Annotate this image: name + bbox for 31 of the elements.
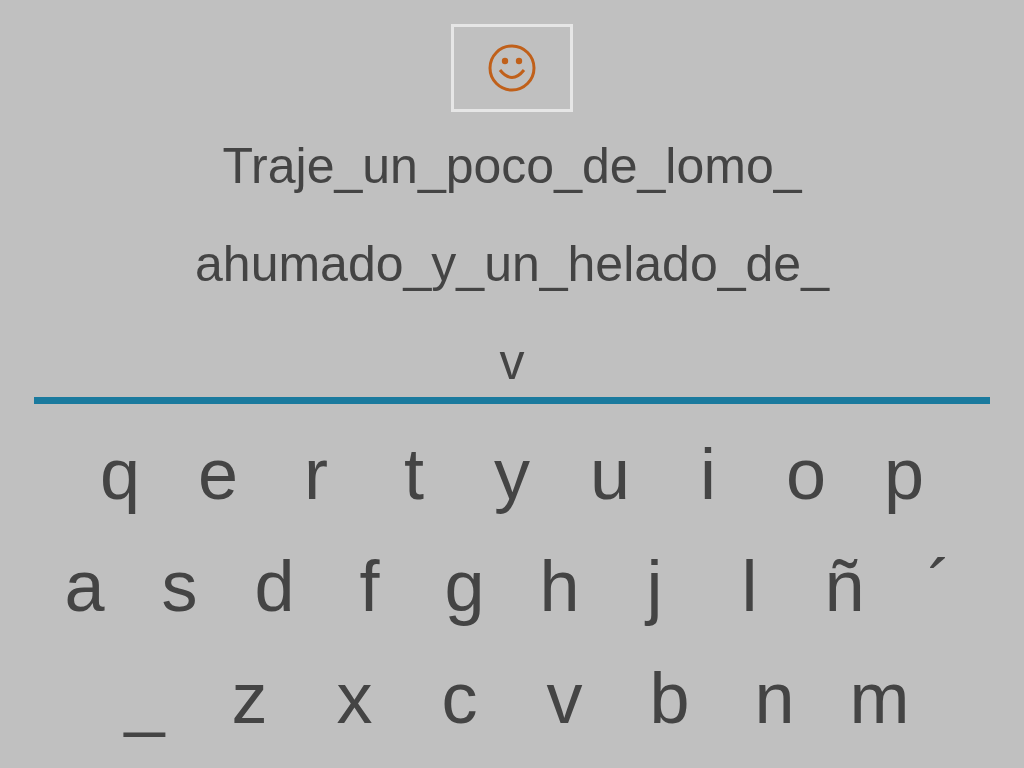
letter-key[interactable]: ´ xyxy=(892,541,987,631)
letter-key[interactable]: n xyxy=(722,653,827,743)
letter-key[interactable]: o xyxy=(757,429,855,519)
smiley-face-icon xyxy=(487,43,537,93)
sentence-line: v xyxy=(499,333,525,392)
letter-key[interactable]: b xyxy=(617,653,722,743)
letter-key[interactable]: q xyxy=(71,429,169,519)
letter-key[interactable]: u xyxy=(561,429,659,519)
letter-key[interactable]: x xyxy=(302,653,407,743)
letter-key[interactable]: v xyxy=(512,653,617,743)
letter-key[interactable]: r xyxy=(267,429,365,519)
letter-key[interactable]: h xyxy=(512,541,607,631)
letter-key[interactable]: l xyxy=(702,541,797,631)
letter-key[interactable]: j xyxy=(607,541,702,631)
letter-key[interactable]: m xyxy=(827,653,932,743)
letter-key[interactable]: i xyxy=(659,429,757,519)
letter-key[interactable]: y xyxy=(463,429,561,519)
letter-key[interactable]: z xyxy=(197,653,302,743)
letter-key[interactable]: p xyxy=(855,429,953,519)
letter-key[interactable]: g xyxy=(417,541,512,631)
letter-key[interactable]: t xyxy=(365,429,463,519)
letter-key[interactable]: f xyxy=(322,541,417,631)
sentence-line: Traje_un_poco_de_lomo_ xyxy=(222,137,802,196)
letter-key[interactable]: c xyxy=(407,653,512,743)
letter-key[interactable]: d xyxy=(227,541,322,631)
sentence-line: ahumado_y_un_helado_de_ xyxy=(195,235,829,294)
letter-key[interactable]: ñ xyxy=(797,541,892,631)
letter-key[interactable]: s xyxy=(132,541,227,631)
letter-key[interactable]: a xyxy=(37,541,132,631)
letter-key[interactable]: e xyxy=(169,429,267,519)
letter-key[interactable]: _ xyxy=(92,653,197,743)
